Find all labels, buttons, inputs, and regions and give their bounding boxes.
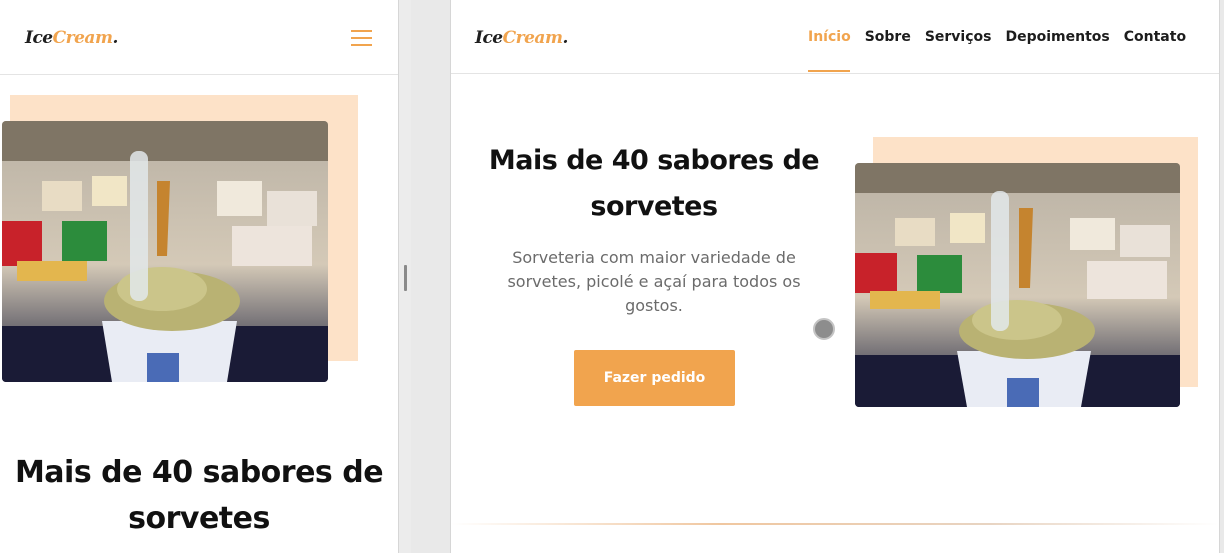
logo-ice-text: Ice bbox=[475, 28, 503, 48]
nav-item-contato[interactable]: Contato bbox=[1124, 29, 1186, 45]
main-nav: Início Sobre Serviços Depoimentos Contat… bbox=[808, 29, 1200, 45]
brand-logo[interactable]: IceCream. bbox=[475, 28, 568, 48]
hero-title-line2: sorvetes bbox=[128, 501, 270, 536]
hero-image bbox=[2, 121, 328, 382]
nav-item-depoimentos[interactable]: Depoimentos bbox=[1006, 29, 1110, 45]
hero-title-line2: sorvetes bbox=[590, 191, 718, 222]
logo-cream-text: Cream bbox=[502, 28, 563, 48]
nav-item-sobre[interactable]: Sobre bbox=[865, 29, 911, 45]
ice-cream-cup-photo bbox=[2, 121, 328, 382]
nav-item-servicos[interactable]: Serviços bbox=[925, 29, 992, 45]
ice-cream-cup-photo bbox=[855, 163, 1180, 407]
menu-bar bbox=[351, 37, 372, 39]
logo-ice-text: Ice bbox=[25, 28, 53, 48]
hero-title: Mais de 40 sabores de sorvetes bbox=[479, 138, 829, 230]
nav-item-inicio[interactable]: Início bbox=[808, 29, 851, 45]
mobile-header: IceCream. bbox=[0, 0, 398, 75]
cursor-indicator bbox=[813, 318, 835, 340]
section-divider bbox=[451, 523, 1219, 525]
brand-logo[interactable]: IceCream. bbox=[25, 28, 118, 48]
menu-bar bbox=[351, 30, 372, 32]
order-button[interactable]: Fazer pedido bbox=[574, 350, 735, 406]
hero-title-line1: Mais de 40 sabores de bbox=[488, 145, 820, 176]
logo-dot: . bbox=[562, 28, 568, 48]
logo-cream-text: Cream bbox=[52, 28, 113, 48]
active-nav-indicator bbox=[808, 70, 850, 72]
hero-title-mobile: Mais de 40 sabores de sorvetes bbox=[0, 450, 398, 542]
desktop-header: IceCream. Início Sobre Serviços Depoimen… bbox=[451, 0, 1219, 74]
hero-title-line1: Mais de 40 sabores de bbox=[14, 455, 384, 490]
desktop-viewport: IceCream. Início Sobre Serviços Depoimen… bbox=[450, 0, 1220, 553]
resize-handle[interactable] bbox=[404, 265, 407, 291]
mobile-viewport: IceCream. Mais de 40 sabores de sorvetes bbox=[0, 0, 399, 553]
hero-subtitle: Sorveteria com maior variedade de sorvet… bbox=[507, 248, 801, 315]
hamburger-menu-icon[interactable] bbox=[351, 30, 372, 46]
hero-image bbox=[855, 163, 1180, 407]
menu-bar bbox=[351, 44, 372, 46]
logo-dot: . bbox=[112, 28, 118, 48]
